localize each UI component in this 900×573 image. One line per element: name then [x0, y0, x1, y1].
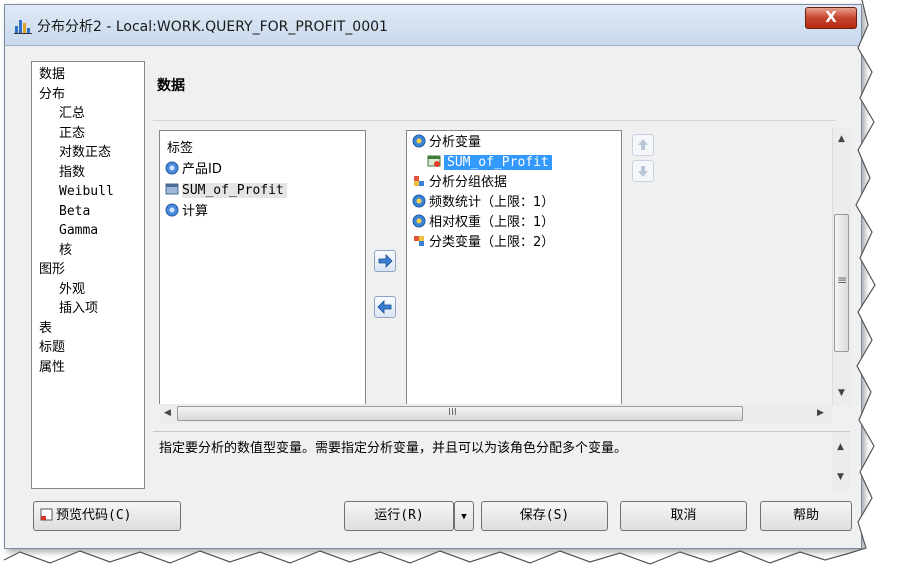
description-scrollbar[interactable]: ▲ ▼	[832, 432, 850, 490]
list-item[interactable]: SUM_of_Profit	[165, 181, 287, 201]
variables-list[interactable]: 标签 产品ID SUM_of_Profit 计算	[159, 130, 366, 406]
window-title: 分布分析2 - Local:WORK.QUERY_FOR_PROFIT_0001	[37, 19, 388, 35]
role-label: 分析分组依据	[429, 175, 508, 190]
nav-item-insets[interactable]: 插入项	[32, 299, 144, 319]
title-bar[interactable]: 分布分析2 - Local:WORK.QUERY_FOR_PROFIT_0001…	[5, 5, 861, 46]
list-item[interactable]: 产品ID	[165, 160, 222, 180]
role-group-icon	[414, 176, 424, 186]
dropdown-arrow-icon: ▼	[461, 512, 467, 522]
distribution-chart-icon	[14, 20, 32, 34]
preview-code-button[interactable]: 预览代码(C)	[33, 501, 181, 531]
scroll-down-arrow-icon[interactable]: ▼	[837, 472, 844, 482]
nav-item-graphs[interactable]: 图形	[32, 260, 144, 280]
scroll-grip-icon: III	[448, 407, 457, 418]
role-frequency-icon	[412, 194, 426, 208]
variables-list-header: 标签	[167, 141, 194, 156]
run-dropdown-button[interactable]: ▼	[454, 501, 474, 531]
role-item[interactable]: 分析变量	[412, 133, 481, 153]
computed-column-icon	[165, 183, 179, 195]
page-title: 数据	[157, 78, 185, 94]
nav-item-kernel[interactable]: 核	[32, 241, 144, 261]
role-item[interactable]: 频数统计（上限：1）	[412, 193, 554, 213]
close-button[interactable]: X	[805, 7, 857, 29]
computed-column-icon	[427, 155, 441, 167]
nav-item-appearance[interactable]: 外观	[32, 280, 144, 300]
arrow-right-icon	[378, 254, 393, 268]
run-button[interactable]: 运行(R)	[344, 501, 454, 531]
role-classification-icon	[414, 236, 424, 246]
role-item[interactable]: 分类变量（上限：2）	[412, 233, 554, 253]
nav-item-tables[interactable]: 表	[32, 319, 144, 339]
list-item[interactable]: 计算	[165, 202, 208, 222]
nav-item-titles[interactable]: 标题	[32, 338, 144, 358]
scroll-down-arrow-icon[interactable]: ▼	[838, 388, 845, 398]
nav-item-gamma[interactable]: Gamma	[32, 221, 144, 241]
arrow-up-icon	[638, 139, 648, 150]
role-analysis-icon	[412, 134, 426, 148]
content-horizontal-scrollbar[interactable]: ◀ III ▶	[159, 404, 832, 423]
numeric-variable-icon	[165, 161, 179, 175]
numeric-variable-icon	[165, 203, 179, 217]
role-item[interactable]: 相对权重（上限：1）	[412, 213, 554, 233]
move-up-button[interactable]	[632, 134, 654, 156]
nav-item-lognormal[interactable]: 对数正态	[32, 143, 144, 163]
role-item[interactable]: 分析分组依据	[412, 173, 507, 193]
nav-item-normal[interactable]: 正态	[32, 124, 144, 144]
code-preview-icon	[40, 508, 53, 521]
variable-label: SUM_of_Profit	[182, 183, 287, 198]
nav-item-weibull[interactable]: Weibull	[32, 182, 144, 202]
save-button[interactable]: 保存(S)	[481, 501, 608, 531]
scroll-left-arrow-icon[interactable]: ◀	[164, 408, 171, 418]
nav-item-properties[interactable]: 属性	[32, 358, 144, 378]
role-weight-icon	[412, 214, 426, 228]
nav-item-data[interactable]: 数据	[32, 65, 144, 85]
horizontal-scroll-thumb[interactable]: III	[177, 406, 743, 421]
help-description: 指定要分析的数值型变量。需要指定分析变量，并且可以为该角色分配多个变量。	[159, 441, 628, 456]
role-label: 分类变量（上限：2）	[429, 235, 555, 250]
arrow-left-icon	[377, 300, 392, 314]
nav-item-exponential[interactable]: 指数	[32, 163, 144, 183]
variable-label: 计算	[182, 204, 209, 219]
remove-from-role-button[interactable]	[374, 296, 396, 318]
nav-tree: 数据 分布 汇总 正态 对数正态 指数 Weibull Beta Gamma 核…	[31, 61, 145, 489]
nav-item-summary[interactable]: 汇总	[32, 104, 144, 124]
task-roles-list[interactable]: 分析变量 SUM_of_Profit 分析分组依据 频数统计（上限：1） 相对权…	[406, 130, 622, 406]
help-button[interactable]: 帮助	[760, 501, 852, 531]
scroll-grip-icon: ≡	[837, 273, 848, 287]
nav-item-beta[interactable]: Beta	[32, 202, 144, 222]
role-label: 相对权重（上限：1）	[429, 215, 555, 230]
scroll-right-arrow-icon[interactable]: ▶	[817, 408, 824, 418]
variable-label: 产品ID	[182, 162, 222, 177]
vertical-scroll-thumb[interactable]: ≡	[834, 214, 849, 352]
role-label: 分析变量	[429, 135, 482, 150]
add-to-role-button[interactable]	[374, 250, 396, 272]
move-down-button[interactable]	[632, 160, 654, 182]
scroll-up-arrow-icon[interactable]: ▲	[837, 442, 844, 452]
help-description-panel: 指定要分析的数值型变量。需要指定分析变量，并且可以为该角色分配多个变量。 ▲ ▼	[153, 431, 850, 490]
cancel-button[interactable]: 取消	[620, 501, 747, 531]
title-divider	[153, 120, 836, 121]
nav-item-distribution[interactable]: 分布	[32, 85, 144, 105]
scroll-up-arrow-icon[interactable]: ▲	[838, 134, 845, 144]
arrow-down-icon	[638, 166, 648, 177]
role-assigned-label: SUM_of_Profit	[444, 155, 552, 170]
role-label: 频数统计（上限：1）	[429, 195, 555, 210]
role-assigned-item[interactable]: SUM_of_Profit	[427, 153, 552, 173]
content-vertical-scrollbar[interactable]: ▲ ≡ ▼	[832, 128, 851, 406]
